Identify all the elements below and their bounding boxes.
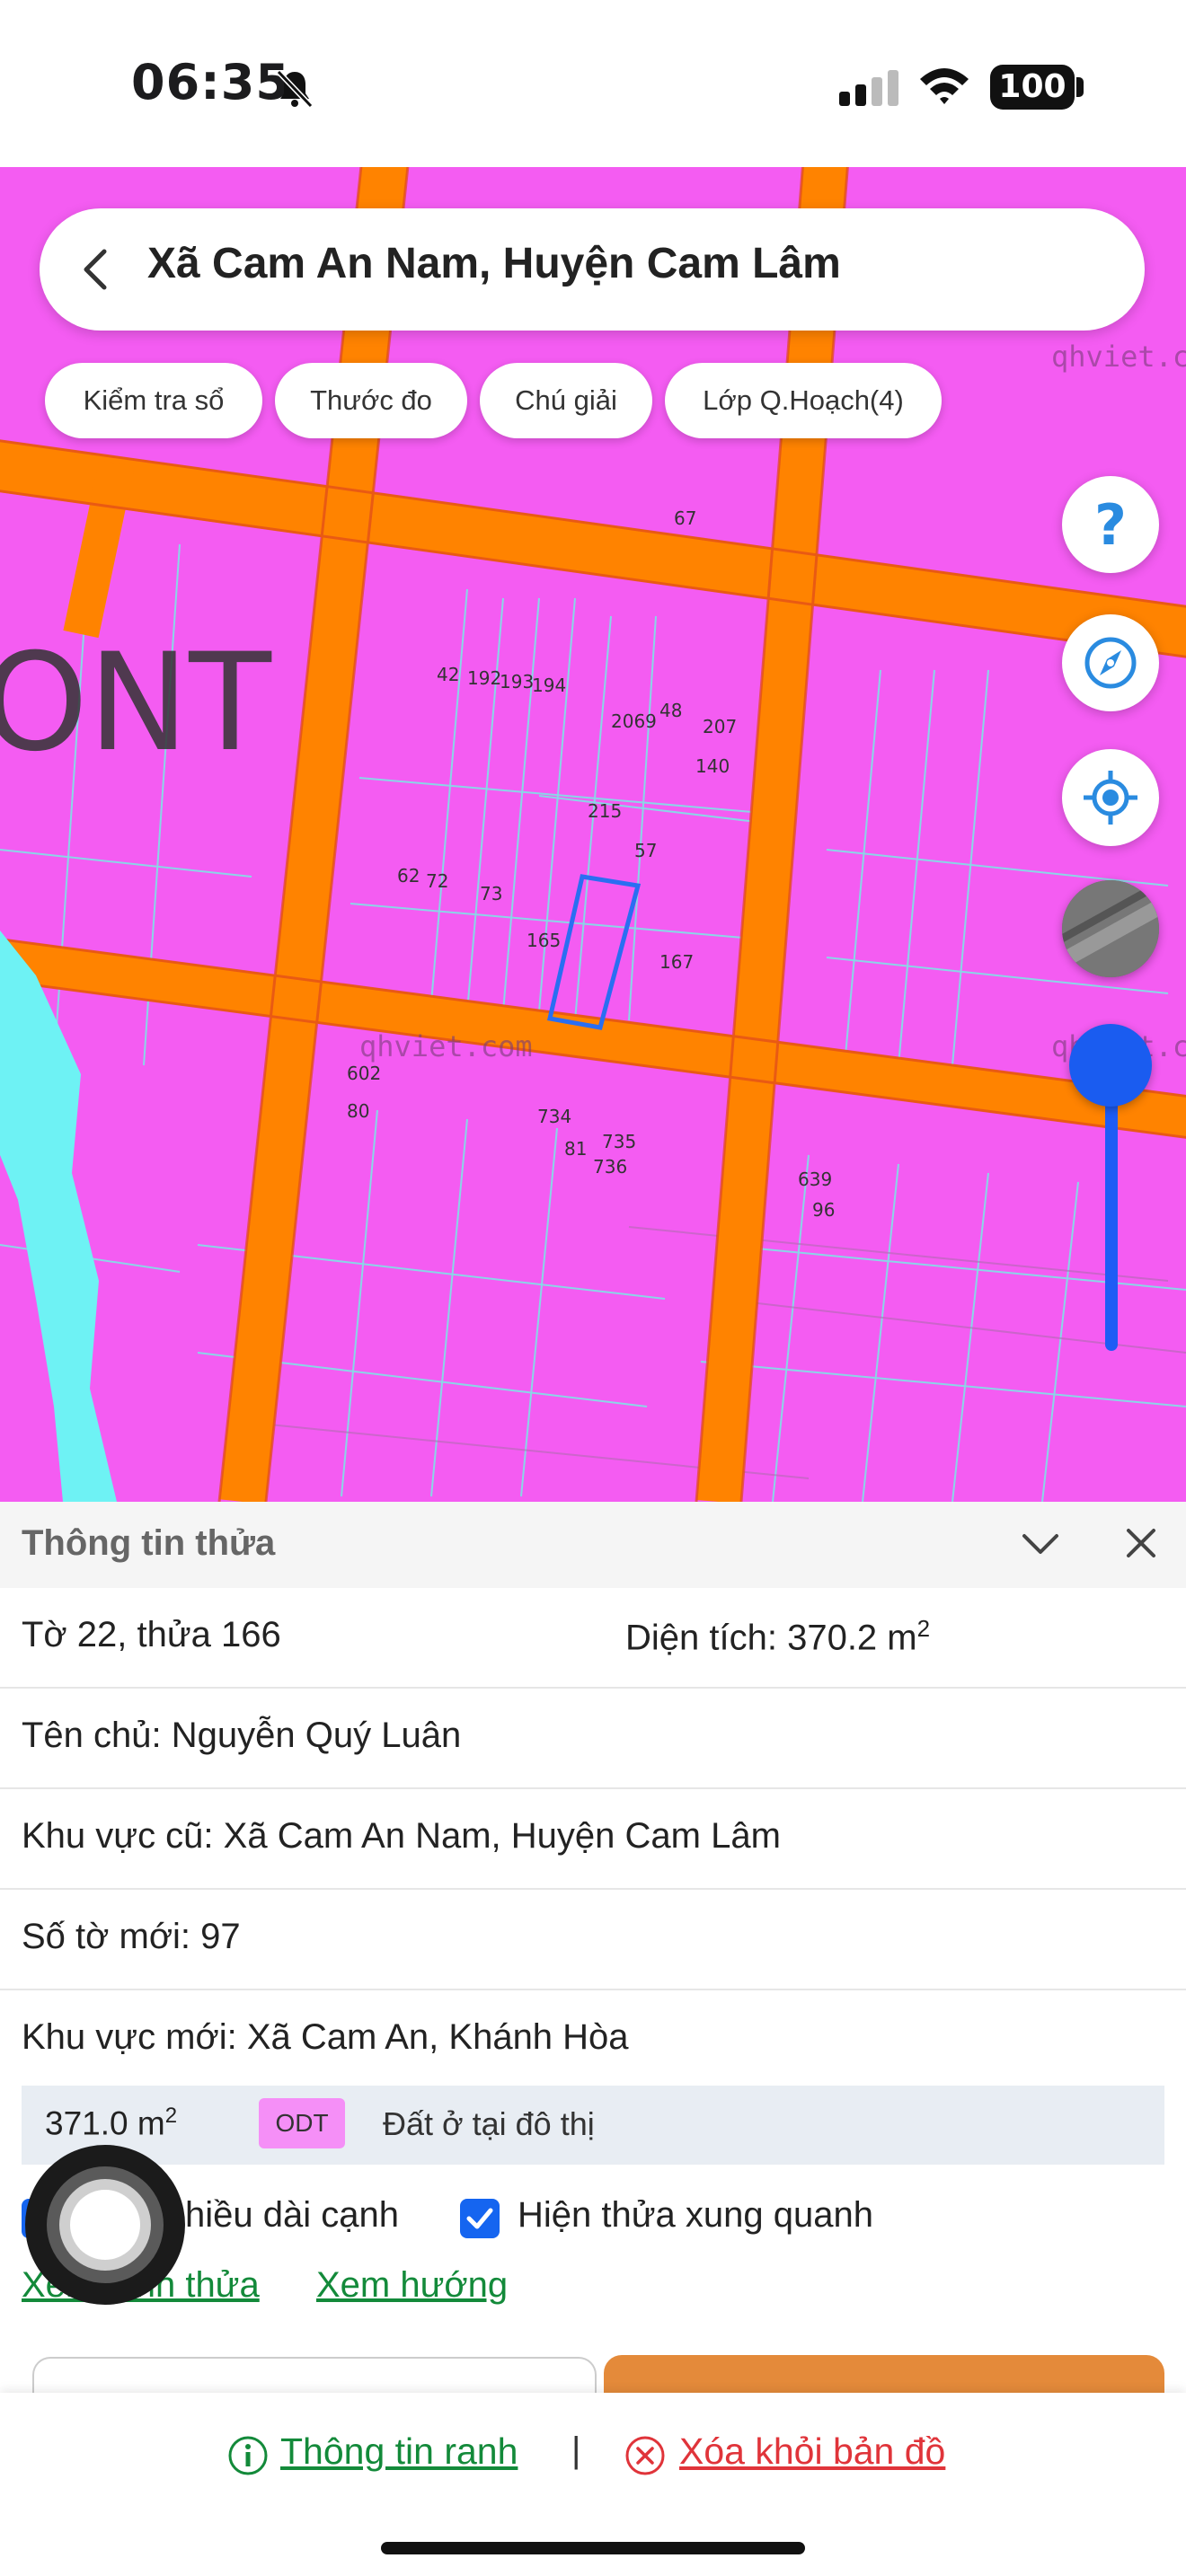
- old-area-row: Khu vực cũ: Xã Cam An Nam, Huyện Cam Lâm: [0, 1789, 1186, 1890]
- remove-from-map-link[interactable]: Xóa khỏi bản đồ: [679, 2430, 945, 2473]
- parcel-info-panel: Thông tin thửa Tờ 22, thửa 166 Diện tích…: [0, 1502, 1186, 2576]
- question-icon: ?: [1094, 496, 1127, 553]
- opacity-slider-track[interactable]: [1105, 1087, 1118, 1351]
- parcel-number: 81: [564, 1138, 587, 1160]
- parcel-number: 72: [426, 870, 448, 892]
- sheet-parcel: Tờ 22, thửa 166: [22, 1615, 281, 1654]
- my-location-button[interactable]: [1062, 749, 1159, 846]
- old-area: Khu vực cũ: Xã Cam An Nam, Huyện Cam Lâm: [22, 1816, 781, 1856]
- separator: |: [571, 2430, 581, 2470]
- compass-button[interactable]: [1062, 614, 1159, 711]
- owner-name: Tên chủ: Nguyễn Quý Luân: [22, 1716, 462, 1755]
- parcel-area: Diện tích: 370.2 m2: [625, 1615, 931, 1658]
- new-sheet: Số tờ mới: 97: [22, 1917, 241, 1956]
- parcel-number: 80: [347, 1100, 369, 1122]
- neighbors-checkbox[interactable]: [460, 2199, 500, 2238]
- parcel-number: 73: [480, 883, 502, 904]
- land-use-row: 371.0 m2 ODT Đất ở tại đô thị: [22, 2086, 1164, 2165]
- parcel-number: 67: [674, 507, 696, 529]
- secondary-action-button[interactable]: [32, 2357, 597, 2395]
- signal-icon: [839, 70, 898, 106]
- battery-indicator: 100: [990, 65, 1075, 110]
- view-direction-link[interactable]: Xem hướng: [316, 2265, 508, 2306]
- back-icon[interactable]: [74, 244, 119, 295]
- parcel-number: 57: [634, 840, 657, 861]
- new-sheet-row: Số tờ mới: 97: [0, 1890, 1186, 1990]
- location-title[interactable]: Xã Cam An Nam, Huyện Cam Lâm: [147, 239, 841, 288]
- compass-icon: [1084, 637, 1137, 689]
- close-icon[interactable]: [1123, 1525, 1159, 1561]
- satellite-layer-button[interactable]: [1062, 880, 1159, 977]
- status-time: 06:35: [131, 54, 290, 110]
- parcel-number: 194: [532, 675, 566, 696]
- land-use-area: 371.0 m2: [45, 2104, 178, 2142]
- map-watermark: qhviet.com: [1051, 340, 1186, 374]
- parcel-number: 602: [347, 1063, 381, 1084]
- land-use-description: Đất ở tại đô thị: [383, 2105, 595, 2142]
- owner-row: Tên chủ: Nguyễn Quý Luân: [0, 1689, 1186, 1789]
- neighbors-label[interactable]: Hiện thửa xung quanh: [518, 2195, 873, 2236]
- parcel-number: 167: [659, 951, 694, 973]
- opacity-slider-knob[interactable]: [1069, 1024, 1152, 1107]
- parcel-number: 735: [602, 1131, 636, 1152]
- parcel-number: 734: [537, 1106, 571, 1127]
- remove-circle-icon[interactable]: [624, 2434, 667, 2477]
- land-use-code-badge: ODT: [259, 2098, 345, 2148]
- panel-title: Thông tin thửa: [22, 1523, 276, 1563]
- parcel-number: 215: [588, 800, 622, 822]
- chip-check-certificate[interactable]: Kiểm tra sổ: [45, 363, 262, 438]
- parcel-number: 62: [397, 865, 420, 887]
- parcel-number: 736: [593, 1156, 627, 1178]
- parcel-number: 140: [695, 755, 730, 777]
- parcel-number: 193: [500, 671, 534, 693]
- assistive-touch-button[interactable]: [25, 2145, 185, 2305]
- bell-muted-icon: [276, 69, 314, 109]
- parcel-number: 2069: [611, 710, 657, 732]
- parcel-number: 165: [527, 930, 561, 951]
- satellite-thumbnail-icon: [1062, 880, 1159, 977]
- parcel-number: 96: [812, 1199, 835, 1221]
- sheet-parcel-row: Tờ 22, thửa 166 Diện tích: 370.2 m2: [0, 1588, 1186, 1689]
- parcel-number: 48: [659, 700, 682, 721]
- assistive-touch-center: [70, 2190, 140, 2260]
- panel-header: Thông tin thửa: [0, 1502, 1186, 1588]
- map-watermark: qhviet.com: [359, 1029, 533, 1063]
- wifi-icon: [920, 68, 969, 104]
- help-button[interactable]: ?: [1062, 476, 1159, 573]
- boundary-info-link[interactable]: Thông tin ranh: [280, 2430, 518, 2473]
- status-bar: 06:35 100: [0, 0, 1186, 167]
- battery-tip: [1076, 77, 1084, 97]
- new-area-row: Khu vực mới: Xã Cam An, Khánh Hòa: [0, 1990, 1186, 2089]
- parcel-number: 207: [703, 716, 737, 737]
- chip-planning-layers[interactable]: Lớp Q.Hoạch(4): [665, 363, 942, 438]
- parcel-number: 42: [437, 664, 459, 685]
- parcel-number: 192: [467, 667, 501, 689]
- chip-measure[interactable]: Thước đo: [275, 363, 467, 438]
- parcel-number: 639: [798, 1169, 832, 1190]
- svg-text:?: ?: [1094, 496, 1127, 553]
- zone-label: ONT: [0, 625, 272, 781]
- edge-length-label[interactable]: hiều dài cạnh: [185, 2195, 399, 2236]
- chip-legend[interactable]: Chú giải: [480, 363, 652, 438]
- chevron-down-icon[interactable]: [1021, 1527, 1060, 1563]
- checkmark-icon: [466, 2208, 493, 2229]
- new-area: Khu vực mới: Xã Cam An, Khánh Hòa: [22, 2017, 629, 2057]
- primary-action-button[interactable]: [604, 2355, 1164, 2393]
- info-icon[interactable]: [226, 2434, 270, 2477]
- locate-icon: [1084, 771, 1137, 825]
- home-indicator[interactable]: [381, 2542, 805, 2554]
